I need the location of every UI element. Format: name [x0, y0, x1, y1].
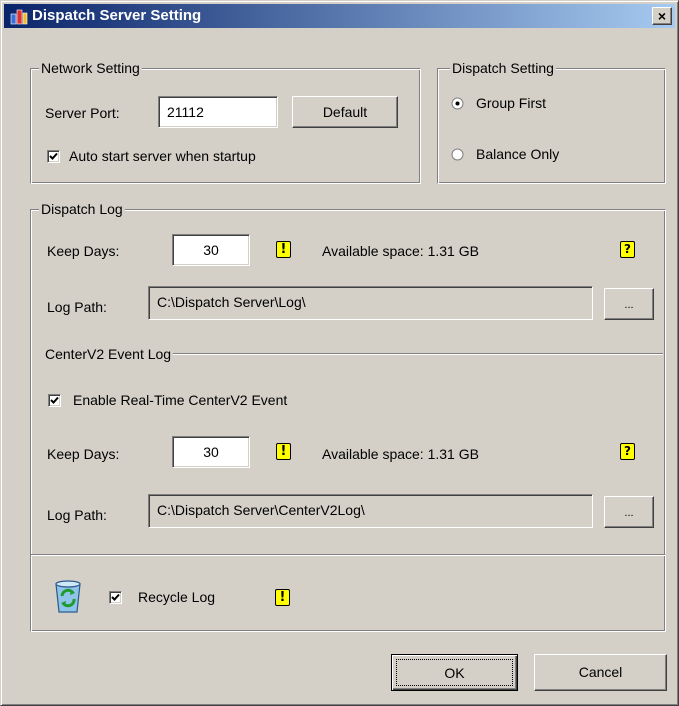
group-first-label: Group First — [476, 95, 547, 111]
centerv2-log-path-label: Log Path: — [47, 507, 107, 523]
title-bar[interactable]: Dispatch Server Setting × — [4, 4, 675, 28]
centerv2-separator — [145, 353, 663, 355]
check-icon — [49, 152, 58, 160]
close-icon: × — [657, 8, 667, 24]
recycle-log-checkbox[interactable] — [109, 591, 122, 604]
default-button[interactable]: Default — [292, 96, 398, 128]
dispatch-log-legend: Dispatch Log — [39, 200, 125, 218]
check-icon — [50, 396, 59, 404]
network-setting-legend: Network Setting — [39, 59, 142, 77]
centerv2-warning-icon[interactable]: ! — [276, 443, 291, 460]
window-title: Dispatch Server Setting — [32, 7, 202, 24]
recycle-group — [30, 554, 666, 632]
centerv2-log-path-input[interactable]: C:\Dispatch Server\CenterV2Log\ — [148, 494, 593, 528]
dispatch-setting-group: Dispatch Setting — [437, 59, 666, 184]
close-button[interactable]: × — [652, 7, 672, 25]
enable-realtime-label: Enable Real-Time CenterV2 Event — [73, 392, 288, 408]
dispatch-log-path-input[interactable]: C:\Dispatch Server\Log\ — [148, 286, 593, 320]
dispatch-available-space: Available space: 1.31 GB — [322, 243, 479, 259]
dispatch-browse-button[interactable]: ... — [604, 288, 654, 320]
recycle-log-label: Recycle Log — [138, 589, 216, 605]
dispatch-server-setting-dialog: Dispatch Server Setting × Network Settin… — [0, 0, 679, 706]
balance-only-label: Balance Only — [476, 146, 560, 162]
ok-focus-ring: OK — [396, 659, 513, 686]
centerv2-available-space: Available space: 1.31 GB — [322, 446, 479, 462]
group-first-radio[interactable] — [451, 97, 464, 110]
dispatch-setting-legend: Dispatch Setting — [450, 59, 556, 77]
ok-button[interactable]: OK — [391, 654, 518, 691]
auto-start-checkbox[interactable] — [47, 150, 60, 163]
dispatch-log-path-label: Log Path: — [47, 299, 107, 315]
dispatch-warning-icon[interactable]: ! — [276, 241, 291, 258]
enable-realtime-checkbox[interactable] — [48, 394, 61, 407]
recycle-bin-icon — [55, 580, 81, 613]
auto-start-label: Auto start server when startup — [69, 148, 256, 164]
dispatch-help-icon[interactable]: ? — [620, 241, 635, 258]
balance-only-radio[interactable] — [451, 148, 464, 161]
dispatch-keep-days-input[interactable]: 30 — [172, 234, 250, 266]
centerv2-help-icon[interactable]: ? — [620, 443, 635, 460]
centerv2-browse-button[interactable]: ... — [604, 496, 654, 528]
app-icon — [10, 9, 28, 25]
check-icon — [111, 593, 120, 601]
centerv2-keep-days-input[interactable]: 30 — [172, 436, 250, 468]
server-port-input[interactable]: 21112 — [158, 96, 278, 128]
centerv2-log-legend: CenterV2 Event Log — [43, 345, 174, 363]
centerv2-keep-days-label: Keep Days: — [47, 446, 120, 462]
recycle-warning-icon[interactable]: ! — [275, 589, 290, 606]
server-port-label: Server Port: — [45, 105, 120, 121]
dispatch-keep-days-label: Keep Days: — [47, 243, 120, 259]
cancel-button[interactable]: Cancel — [534, 654, 667, 691]
